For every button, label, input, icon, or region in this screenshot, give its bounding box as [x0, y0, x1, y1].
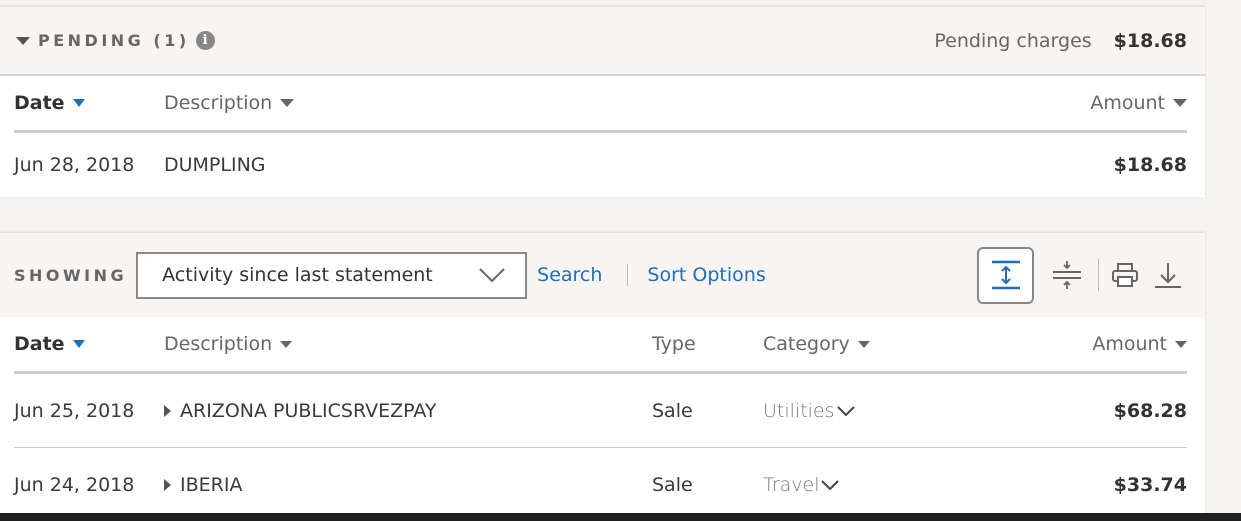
- expand-rows-icon: [991, 260, 1020, 290]
- row-description: IBERIA: [180, 474, 243, 496]
- sort-desc-icon: [72, 99, 85, 107]
- pending-date-header[interactable]: Date: [14, 92, 164, 114]
- row-date: Jun 25, 2018: [14, 399, 135, 422]
- sort-options-link[interactable]: Sort Options: [647, 264, 765, 286]
- pending-panel: PENDING (1) i Pending charges $18.68 Dat…: [0, 7, 1205, 197]
- sort-desc-icon: [72, 340, 85, 348]
- view-tools: [977, 246, 1191, 304]
- row-category: Travel: [763, 474, 820, 496]
- sort-icon: [280, 99, 295, 107]
- date-header-label: Date: [14, 92, 65, 114]
- pending-row[interactable]: Jun 28, 2018 DUMPLING $18.68: [14, 133, 1187, 197]
- collapse-rows-icon: [1053, 261, 1081, 289]
- pending-header[interactable]: PENDING (1) i Pending charges $18.68: [0, 7, 1205, 76]
- tool-divider: [1098, 259, 1099, 291]
- pending-title: PENDING (1): [38, 31, 190, 50]
- date-header-label: Date: [14, 333, 65, 355]
- row-category-dropdown[interactable]: Travel: [763, 474, 840, 496]
- activity-date-header[interactable]: Date: [14, 333, 164, 355]
- info-icon[interactable]: i: [195, 31, 215, 50]
- activity-type-header: Type: [652, 333, 763, 355]
- activity-amount-header[interactable]: Amount: [1092, 333, 1187, 355]
- sort-icon: [1175, 340, 1187, 348]
- row-description-cell[interactable]: ARIZONA PUBLICSRVEZPAY: [164, 400, 652, 422]
- amount-header-label: Amount: [1090, 92, 1165, 114]
- chevron-down-icon: [479, 268, 505, 283]
- row-date: Jun 24, 2018: [14, 474, 135, 496]
- pending-amount-header[interactable]: Amount: [1090, 92, 1187, 114]
- row-type: Sale: [652, 474, 693, 496]
- pending-charges-value: $18.68: [1113, 29, 1187, 52]
- chevron-down-icon: [836, 405, 855, 416]
- sort-icon: [280, 340, 293, 348]
- row-amount: $18.68: [1113, 154, 1187, 176]
- pending-charges-label: Pending charges: [934, 29, 1092, 52]
- activity-description-header[interactable]: Description: [164, 333, 652, 355]
- sort-icon: [1173, 99, 1187, 107]
- description-header-label: Description: [164, 333, 273, 355]
- showing-label: SHOWING: [14, 265, 128, 285]
- description-header-label: Description: [164, 92, 273, 114]
- print-button[interactable]: [1105, 250, 1145, 300]
- download-icon: [1155, 263, 1181, 288]
- type-header-label: Type: [652, 333, 696, 355]
- sort-icon: [857, 340, 870, 348]
- row-date: Jun 28, 2018: [14, 154, 135, 176]
- collapse-caret-icon[interactable]: [16, 36, 30, 45]
- pending-column-headers: Date Description Amount: [14, 76, 1187, 133]
- collapse-rows-button[interactable]: [1042, 250, 1092, 300]
- row-amount: $33.74: [1113, 474, 1187, 496]
- activity-category-header[interactable]: Category: [763, 333, 870, 355]
- expand-rows-button[interactable]: [977, 246, 1034, 304]
- row-description: ARIZONA PUBLICSRVEZPAY: [180, 399, 437, 422]
- row-category-dropdown[interactable]: Utilities: [763, 400, 855, 422]
- activity-filter-select[interactable]: Activity since last statement: [136, 251, 528, 299]
- bottom-bar: [0, 513, 1241, 521]
- row-description-cell[interactable]: IBERIA: [164, 474, 652, 496]
- transaction-row[interactable]: Jun 25, 2018 ARIZONA PUBLICSRVEZPAY Sale…: [14, 374, 1187, 447]
- download-button[interactable]: [1145, 250, 1191, 300]
- link-divider: [627, 264, 629, 286]
- row-amount: $68.28: [1113, 399, 1187, 422]
- row-type: Sale: [652, 399, 693, 422]
- category-header-label: Category: [763, 333, 850, 355]
- expand-row-icon[interactable]: [164, 404, 171, 417]
- row-description: DUMPLING: [164, 154, 266, 176]
- print-icon: [1112, 263, 1138, 287]
- activity-column-headers: Date Description Type Category Amount: [14, 317, 1187, 374]
- filter-selected-value: Activity since last statement: [162, 264, 433, 286]
- search-link[interactable]: Search: [537, 264, 602, 286]
- row-category: Utilities: [763, 399, 835, 422]
- pending-description-header[interactable]: Description: [164, 92, 295, 114]
- expand-row-icon[interactable]: [164, 479, 171, 491]
- amount-header-label: Amount: [1092, 333, 1167, 355]
- activity-toolbar: SHOWING Activity since last statement Se…: [0, 233, 1205, 317]
- transaction-row[interactable]: Jun 24, 2018 IBERIA Sale Travel $33.74: [14, 448, 1187, 521]
- activity-panel: SHOWING Activity since last statement Se…: [0, 233, 1205, 513]
- chevron-down-icon: [821, 480, 840, 491]
